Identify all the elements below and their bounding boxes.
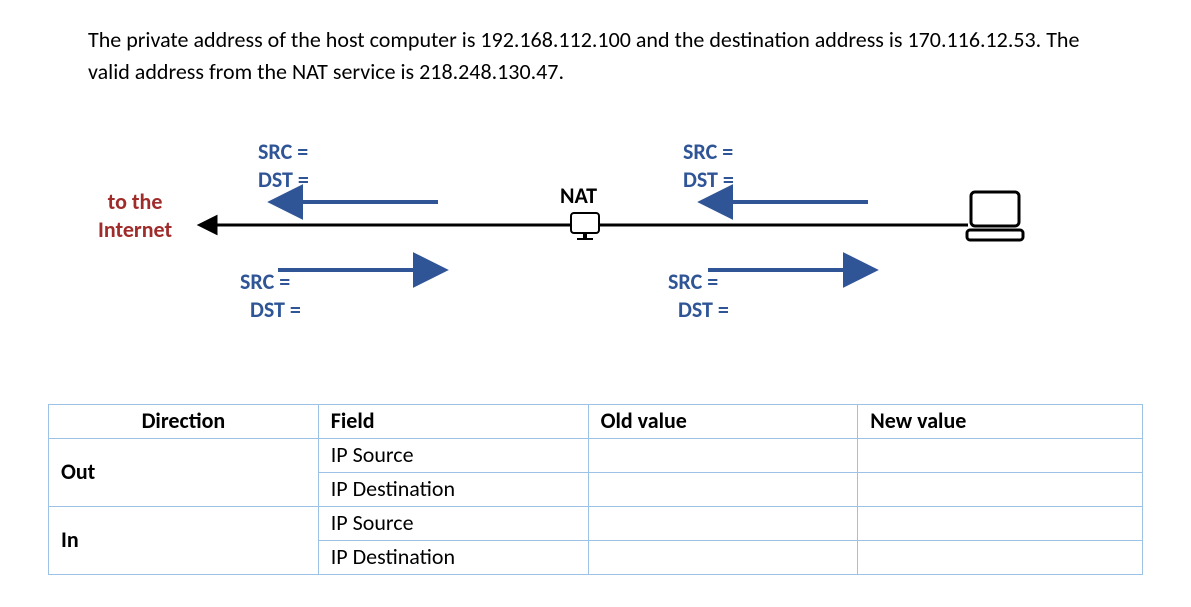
- cell-direction-in: In: [49, 507, 319, 575]
- page-root: The private address of the host computer…: [0, 0, 1191, 607]
- nat-device-icon: [571, 213, 599, 239]
- diagram-svg: [88, 130, 1038, 360]
- table-row: Out IP Source: [49, 439, 1143, 473]
- col-header-direction: Direction: [49, 405, 319, 439]
- cell-new: [858, 473, 1143, 507]
- cell-field: IP Destination: [318, 541, 588, 575]
- col-header-new: New value: [858, 405, 1143, 439]
- cell-field: IP Source: [318, 507, 588, 541]
- cell-old: [588, 439, 858, 473]
- cell-old: [588, 541, 858, 575]
- cell-old: [588, 507, 858, 541]
- cell-field: IP Source: [318, 439, 588, 473]
- computer-icon: [967, 192, 1023, 240]
- cell-new: [858, 507, 1143, 541]
- cell-direction-out: Out: [49, 439, 319, 507]
- table-header-row: Direction Field Old value New value: [49, 405, 1143, 439]
- intro-paragraph: The private address of the host computer…: [88, 24, 1088, 88]
- col-header-field: Field: [318, 405, 588, 439]
- cell-new: [858, 439, 1143, 473]
- table-row: In IP Source: [49, 507, 1143, 541]
- cell-field: IP Destination: [318, 473, 588, 507]
- nat-diagram: to the Internet NAT SRC = DST = SRC = DS…: [88, 130, 1038, 360]
- cell-old: [588, 473, 858, 507]
- cell-new: [858, 541, 1143, 575]
- col-header-old: Old value: [588, 405, 858, 439]
- nat-table: Direction Field Old value New value Out …: [48, 404, 1143, 575]
